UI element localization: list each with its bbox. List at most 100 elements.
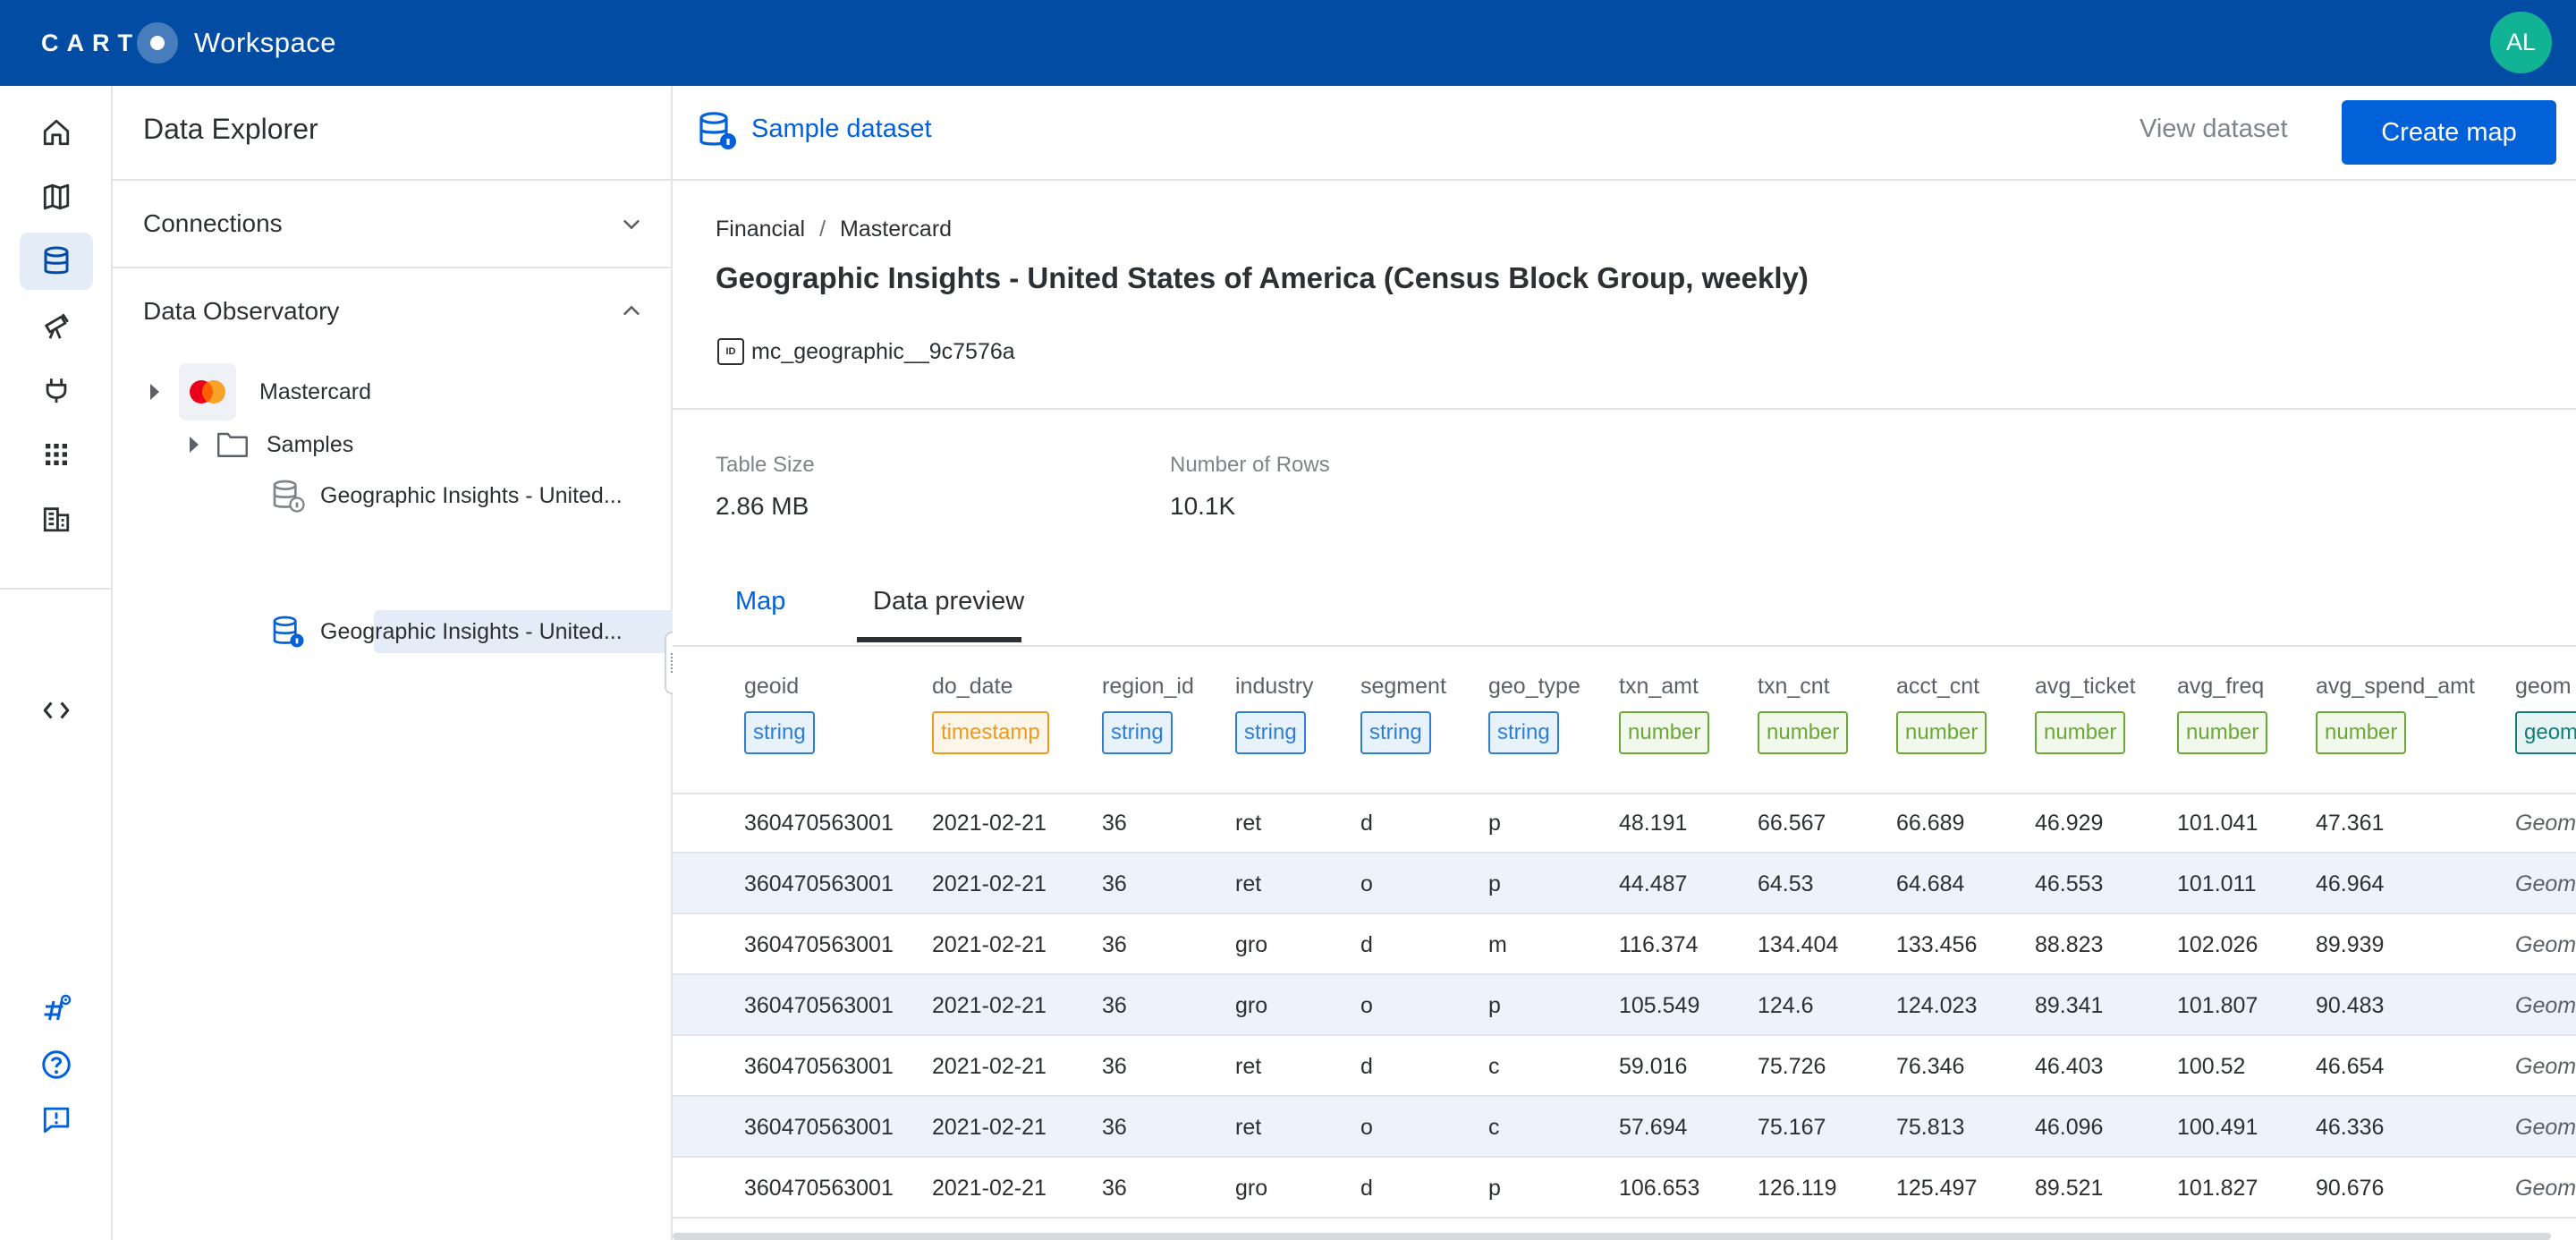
plug-icon[interactable] (20, 361, 93, 419)
tab-data-preview[interactable]: Data preview (873, 587, 1024, 616)
row-count-value: 10.1K (1170, 492, 1236, 520)
apps-grid-icon[interactable] (20, 426, 93, 483)
table-cell: 90.676 (2316, 1176, 2385, 1201)
column-header[interactable]: txn_amt (1619, 674, 1699, 700)
dataset-header: Sample dataset View dataset Create map (673, 86, 2576, 181)
explorer-title: Data Explorer (143, 113, 318, 145)
column-header[interactable]: geoid (744, 674, 799, 700)
column-header[interactable]: do_date (932, 674, 1013, 700)
column-header[interactable]: region_id (1102, 674, 1194, 700)
main-content: Sample dataset View dataset Create map F… (673, 86, 2576, 1240)
feedback-icon[interactable] (20, 1091, 93, 1149)
table-cell: 75.813 (1896, 1115, 1965, 1140)
table-cell: m (1488, 932, 1507, 957)
dataset-item[interactable]: Geographic Insights - United... (270, 478, 623, 514)
column-header[interactable]: avg_ticket (2035, 674, 2136, 700)
dataset-id: mc_geographic__9c7576a (751, 338, 1015, 364)
column-header[interactable]: avg_spend_amt (2316, 674, 2475, 700)
logo-o-mark (137, 22, 178, 64)
horizontal-scrollbar[interactable] (673, 1233, 2551, 1240)
map-icon[interactable] (20, 168, 93, 225)
view-dataset-button[interactable]: View dataset (2140, 115, 2288, 144)
tab-map[interactable]: Map (735, 587, 785, 616)
table-cell: Geom (2515, 871, 2576, 896)
dataset-icon (273, 616, 304, 648)
table-cell: 100.491 (2177, 1115, 2258, 1140)
table-cell: 2021-02-21 (932, 932, 1046, 957)
dataset-id-row[interactable]: ID mc_geographic__9c7576a (717, 338, 1015, 365)
expand-caret-icon[interactable] (190, 437, 199, 453)
mastercard-logo-icon (179, 363, 236, 420)
breadcrumb-item[interactable]: Mastercard (840, 217, 952, 242)
column-type-badge: string (1102, 711, 1173, 754)
column-header[interactable]: acct_cnt (1896, 674, 1979, 700)
table-cell: d (1360, 811, 1373, 836)
divider (113, 179, 671, 181)
table-cell: Geom (2515, 1176, 2576, 1201)
table-cell: 48.191 (1619, 811, 1688, 836)
folder-label: Samples (267, 431, 354, 457)
table-cell: 46.403 (2035, 1054, 2104, 1079)
table-row[interactable]: 360470563001 2021-02-21 36 ret d c 59.016 75.72… (673, 1036, 2576, 1097)
folder-samples[interactable]: Samples (190, 431, 353, 458)
help-icon[interactable] (20, 1036, 93, 1093)
carto-logo[interactable]: CART Workspace (41, 22, 336, 64)
table-row[interactable]: 360470563001 2021-02-21 36 ret o p 44.487 64.53… (673, 854, 2576, 914)
database-icon[interactable] (20, 233, 93, 290)
table-cell: 360470563001 (744, 871, 894, 896)
column-type-badge: number (1758, 711, 1849, 754)
table-cell: 2021-02-21 (932, 1054, 1046, 1079)
telescope-icon[interactable] (20, 297, 93, 354)
table-cell: 2021-02-21 (932, 1176, 1046, 1201)
table-cell: 126.119 (1758, 1176, 1837, 1201)
create-map-button[interactable]: Create map (2342, 100, 2556, 165)
table-cell: 89.521 (2035, 1176, 2104, 1201)
home-icon[interactable] (20, 104, 93, 161)
table-cell: 89.939 (2316, 932, 2385, 957)
dataset-title: Geographic Insights - United States of A… (716, 261, 1809, 294)
table-cell: 360470563001 (744, 1054, 894, 1079)
column-header[interactable]: segment (1360, 674, 1446, 700)
user-avatar[interactable]: AL (2490, 12, 2552, 73)
table-cell: d (1360, 932, 1373, 957)
expand-caret-icon[interactable] (150, 384, 159, 400)
observatory-label: Data Observatory (143, 297, 340, 325)
hashtag-icon[interactable] (20, 981, 93, 1038)
table-cell: o (1360, 993, 1373, 1018)
table-cell: 125.497 (1896, 1176, 1978, 1201)
column-type-badge: number (2316, 711, 2407, 754)
table-cell: 47.361 (2316, 811, 2385, 836)
table-cell: gro (1235, 993, 1268, 1018)
table-cell: 64.53 (1758, 871, 1814, 896)
table-row[interactable]: 360470563001 2021-02-21 36 ret o c 57.694 75.16… (673, 1097, 2576, 1158)
building-icon[interactable] (20, 490, 93, 548)
column-header[interactable]: geom (2515, 674, 2572, 700)
table-cell: Geom (2515, 811, 2576, 836)
column-header[interactable]: industry (1235, 674, 1314, 700)
connections-section[interactable]: Connections (143, 197, 644, 251)
column-header[interactable]: geo_type (1488, 674, 1580, 700)
breadcrumb-item[interactable]: Financial (716, 217, 805, 242)
column-type-badge: number (1619, 711, 1710, 754)
divider (113, 267, 671, 268)
column-header[interactable]: avg_freq (2177, 674, 2264, 700)
rail-divider (0, 588, 113, 590)
table-cell: 360470563001 (744, 1176, 894, 1201)
table-cell: 88.823 (2035, 932, 2104, 957)
column-header[interactable]: txn_cnt (1758, 674, 1830, 700)
data-explorer-panel: Data Explorer Connections Data Observato… (113, 86, 760, 1240)
table-cell: 101.827 (2177, 1176, 2258, 1201)
table-cell: Geom (2515, 993, 2576, 1018)
provider-mastercard[interactable]: Mastercard (150, 363, 371, 420)
table-cell: gro (1235, 1176, 1268, 1201)
table-row[interactable]: 360470563001 2021-02-21 36 gro d m 116.374 134.… (673, 914, 2576, 975)
column-type-badge: string (1488, 711, 1559, 754)
table-row[interactable]: 360470563001 2021-02-21 36 ret d p 48.191 66.56… (673, 793, 2576, 854)
table-cell: 2021-02-21 (932, 993, 1046, 1018)
table-cell: gro (1235, 932, 1268, 957)
developers-code-icon[interactable] (20, 682, 93, 739)
table-row[interactable]: 360470563001 2021-02-21 36 gro o p 105.549 124.… (673, 975, 2576, 1036)
table-row[interactable]: 360470563001 2021-02-21 36 gro d p 106.653 126.… (673, 1158, 2576, 1219)
data-observatory-section[interactable]: Data Observatory (143, 285, 644, 338)
dataset-item-selected[interactable]: Geographic Insights - United... (270, 614, 623, 650)
